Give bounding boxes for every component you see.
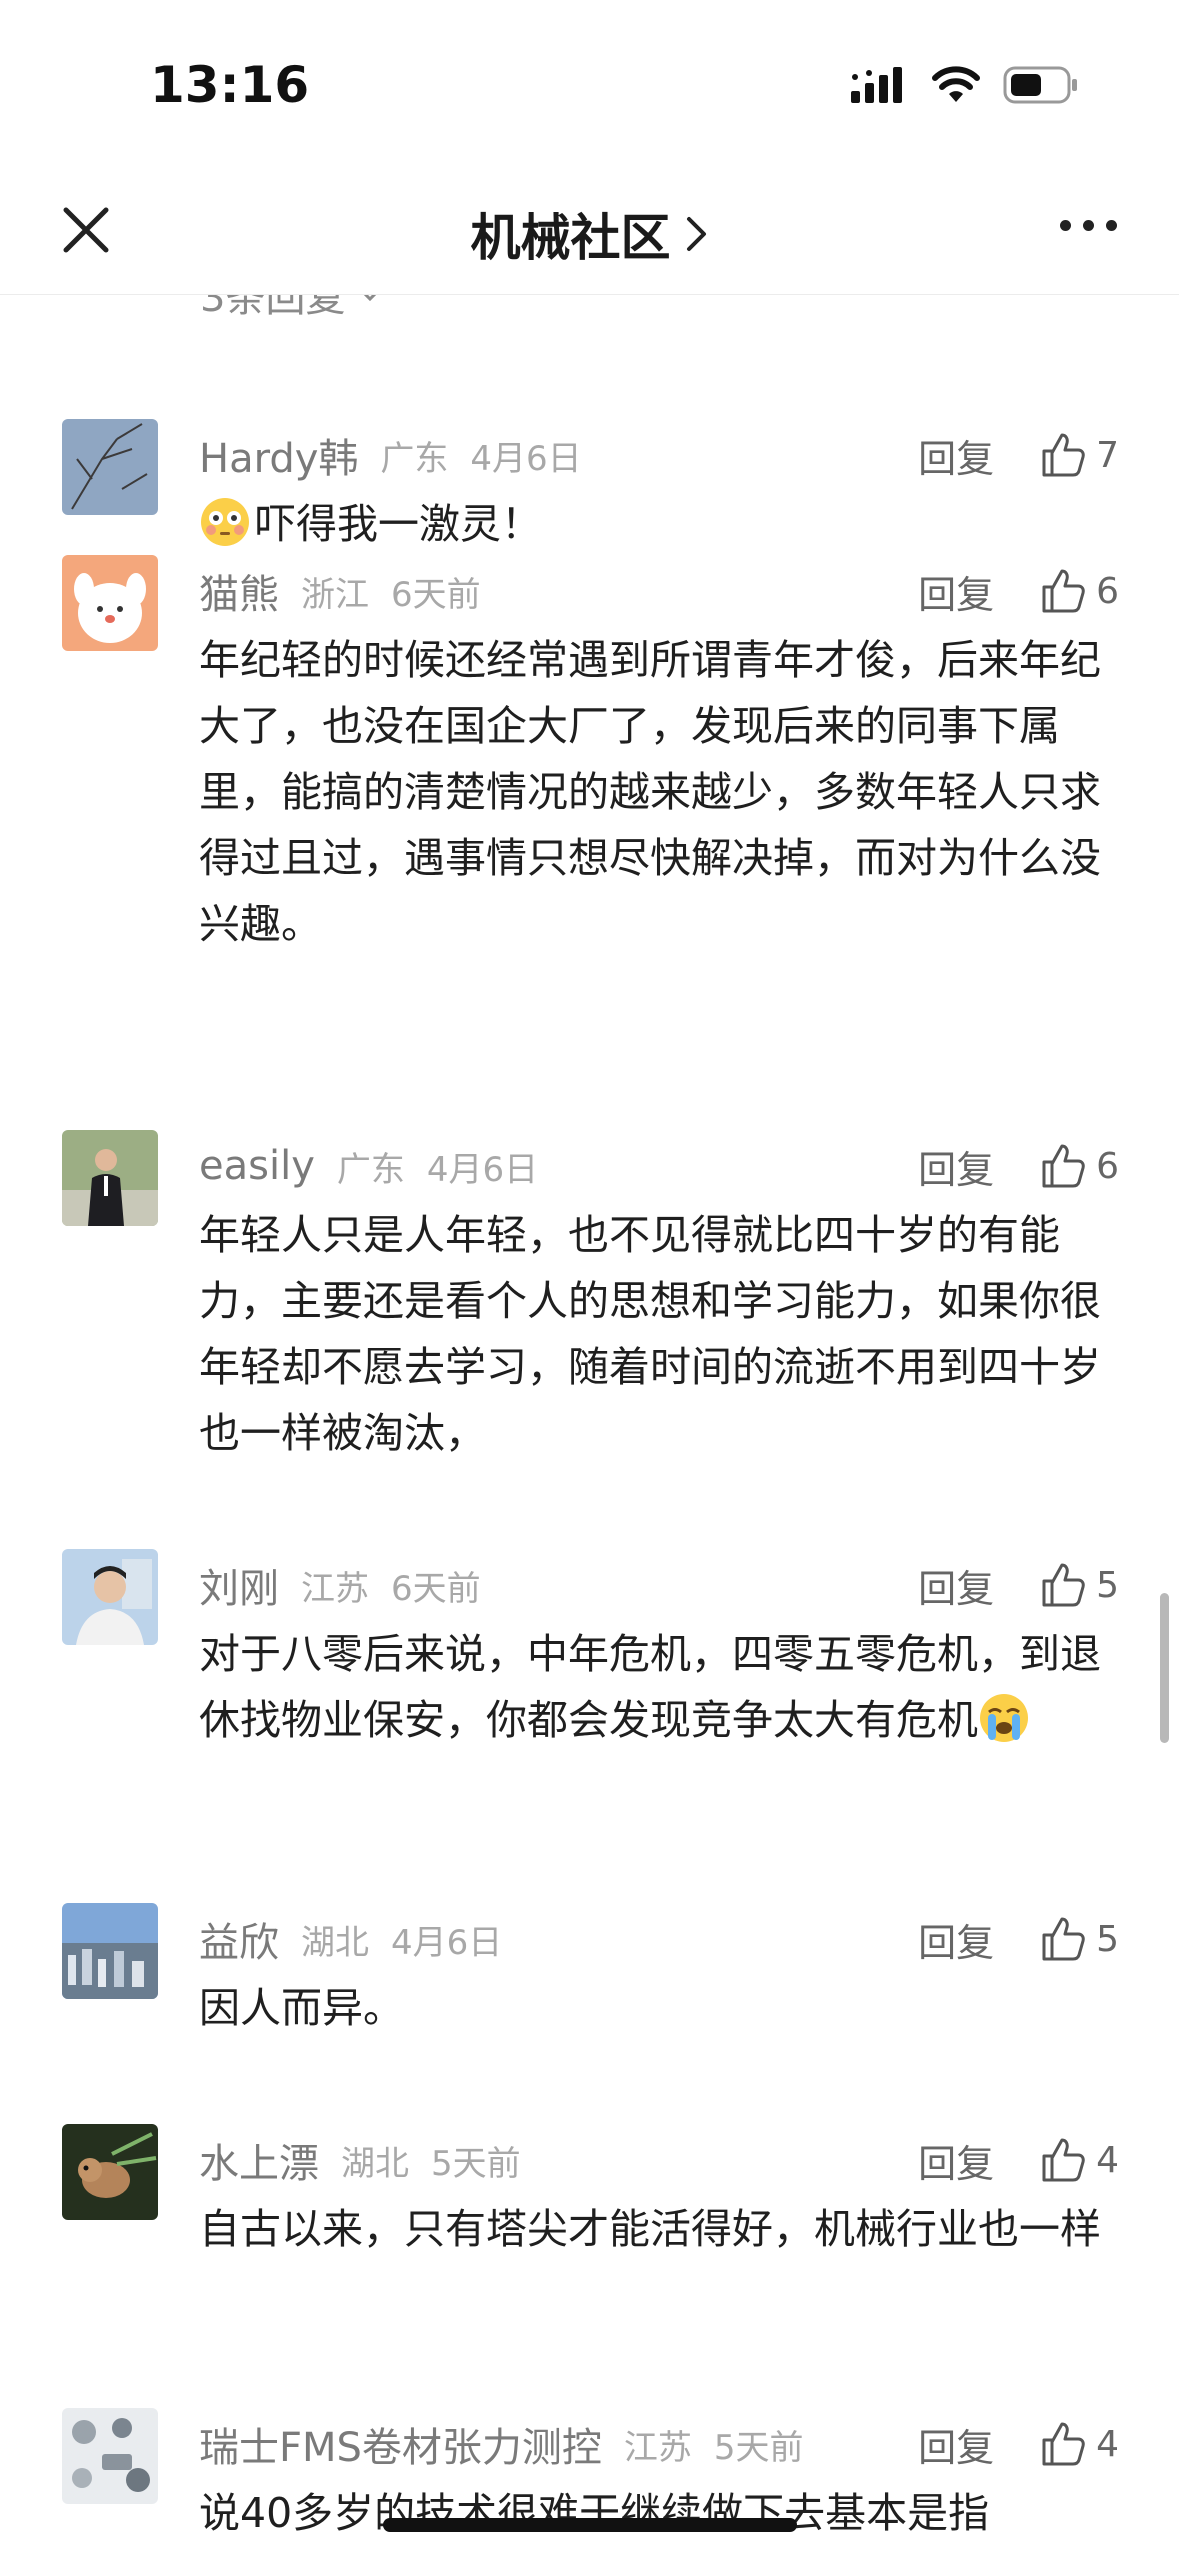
comment-time: 4月6日 [391,1922,503,1963]
comment-time: 4月6日 [470,438,582,479]
comment-time: 4月6日 [426,1149,539,1190]
status-time: 13:16 [150,56,310,114]
like-count: 6 [1096,570,1119,612]
comment-location: 湖北 [341,2143,409,2184]
status-icons [851,66,1079,104]
like-count: 5 [1096,1918,1119,1960]
comment-author[interactable]: 水上漂 [199,2131,319,2189]
nav-bar: 机械社区 [0,160,1179,295]
comment-location: 江苏 [301,1568,369,1609]
comment-author[interactable]: 猫熊 [199,562,279,620]
avatar[interactable] [62,2408,158,2504]
scrollbar[interactable] [1160,1593,1169,1743]
comment-location: 湖北 [301,1922,369,1963]
reply-button[interactable]: 回复 [918,2133,994,2188]
thumbs-up-icon [1042,2138,1085,2182]
thumbs-up-icon [1042,1144,1085,1188]
comment-author[interactable]: Hardy韩 [199,426,358,484]
replies-count-label: 3条回复 [200,295,346,321]
comment-header: 益欣 湖北 4月6日 回复 5 [199,1909,1119,1969]
thumbs-up-icon [1042,433,1085,477]
comment-time: 5天前 [713,2427,804,2468]
reply-button[interactable]: 回复 [918,564,994,619]
more-icon[interactable] [1060,220,1117,231]
wifi-icon [932,66,980,102]
comment-header: 猫熊 浙江 6天前 回复 6 [199,561,1119,621]
comment-actions: 回复 4 [918,2130,1119,2190]
comment-header: 瑞士FMS卷材张力测控 江苏 5天前 回复 4 [199,2414,1119,2474]
status-bar: 13:16 [0,0,1179,160]
comment-actions: 回复 7 [918,425,1119,485]
comment-text-body: 对于八零后来说，中年危机，四零五零危机，到退休找物业保安，你都会发现竞争太大有危… [199,1630,1101,1744]
comment-author[interactable]: 瑞士FMS卷材张力测控 [199,2415,602,2473]
comment-list: 3条回复 Hardy韩 广东 4月6日 回复 7 吓得我一激灵！ 猫熊 浙江 6… [0,295,1179,2556]
comment-text: 吓得我一激灵！ [199,491,1119,557]
comment-location: 江苏 [623,2427,692,2468]
thumbs-up-icon [1042,569,1085,613]
chevron-down-icon [364,295,377,302]
thumbs-up-icon [1042,1917,1085,1961]
signal-icon [851,67,902,103]
page-title: 机械社区 [470,209,671,267]
like-count: 7 [1096,434,1119,476]
comment-author[interactable]: 刘刚 [199,1556,279,1614]
crying-face-icon [978,1692,1030,1744]
comment-actions: 回复 5 [918,1555,1119,1615]
comment-text-body: 吓得我一激灵！ [255,500,542,548]
avatar[interactable] [62,555,158,651]
reply-button[interactable]: 回复 [918,1558,994,1613]
comment-text: 年轻人只是人年轻，也不见得就比四十岁的有能力，主要还是看个人的思想和学习能力，如… [199,1211,1101,1457]
comment-header: Hardy韩 广东 4月6日 回复 7 [199,425,1119,485]
like-count: 4 [1096,2139,1119,2181]
reply-button[interactable]: 回复 [918,428,994,483]
thumbs-up-icon [1042,1563,1085,1607]
comment-text: 因人而异。 [199,1984,404,2032]
chevron-right-icon [686,217,706,251]
comment-actions: 回复 6 [918,1136,1119,1196]
comment-text: 对于八零后来说，中年危机，四零五零危机，到退休找物业保安，你都会发现竞争太大有危… [199,1621,1119,1753]
comment-actions: 回复 6 [918,561,1119,621]
like-button[interactable]: 4 [1038,2136,1119,2184]
comment-header: easily 广东 4月6日 回复 6 [199,1136,1119,1196]
comment-text: 自古以来，只有塔尖才能活得好，机械行业也一样 [199,2205,1101,2253]
like-button[interactable]: 7 [1038,431,1119,479]
reply-button[interactable]: 回复 [918,1912,994,1967]
avatar[interactable] [62,2124,158,2220]
comment-time: 5天前 [431,2143,521,2184]
comment-time: 6天前 [391,574,481,615]
reply-button[interactable]: 回复 [918,1139,994,1194]
comment-author[interactable]: easily [199,1143,315,1189]
comment-author[interactable]: 益欣 [199,1910,279,1968]
like-count: 4 [1096,2423,1119,2465]
battery-icon [1003,66,1077,104]
avatar[interactable] [62,1903,158,1999]
comment-location: 广东 [380,438,449,479]
comment-time: 6天前 [391,1568,481,1609]
comment-text: 说40多岁的技术很难干继续做下去基本是指 [199,2489,990,2537]
comment-header: 刘刚 江苏 6天前 回复 5 [199,1555,1119,1615]
like-button[interactable]: 5 [1038,1915,1119,1963]
comment-location: 浙江 [301,574,369,615]
comment-actions: 回复 5 [918,1909,1119,1969]
nav-title-link[interactable]: 机械社区 [0,198,1179,270]
avatar[interactable] [62,1130,158,1226]
like-button[interactable]: 6 [1038,567,1119,615]
like-count: 6 [1096,1145,1119,1187]
comment-actions: 回复 4 [918,2414,1119,2474]
flushed-face-icon [199,496,251,548]
thumbs-up-icon [1042,2422,1085,2466]
like-count: 5 [1096,1564,1119,1606]
avatar[interactable] [62,419,158,515]
like-button[interactable]: 6 [1038,1142,1119,1190]
comment-header: 水上漂 湖北 5天前 回复 4 [199,2130,1119,2190]
comment-location: 广东 [336,1149,405,1190]
reply-button[interactable]: 回复 [918,2417,994,2472]
comment-text: 年纪轻的时候还经常遇到所谓青年才俊，后来年纪大了，也没在国企大厂了，发现后来的同… [199,636,1101,948]
like-button[interactable]: 5 [1038,1561,1119,1609]
home-indicator[interactable] [383,2518,797,2532]
expand-replies-link[interactable]: 3条回复 [200,295,385,323]
avatar[interactable] [62,1549,158,1645]
like-button[interactable]: 4 [1038,2420,1119,2468]
